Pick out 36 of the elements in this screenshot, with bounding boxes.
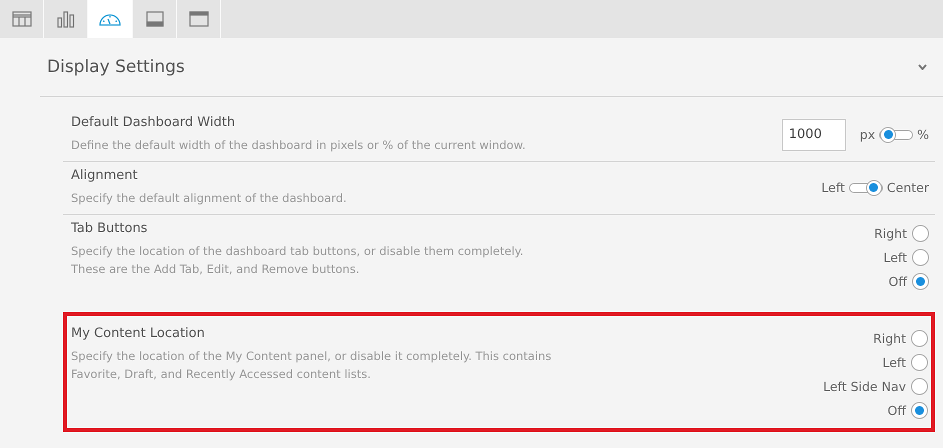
option-label: Off xyxy=(888,402,906,418)
option-label: Left xyxy=(882,354,906,370)
screen-icon xyxy=(146,11,164,27)
radio-button[interactable] xyxy=(911,402,928,418)
setting-title: My Content Location xyxy=(71,326,206,341)
option-label: Left xyxy=(821,180,845,195)
setting-title: Default Dashboard Width xyxy=(71,115,236,130)
radio-button[interactable] xyxy=(911,354,928,370)
toggle-switch[interactable] xyxy=(848,182,883,192)
option-label: px xyxy=(860,127,876,142)
option-label: Left xyxy=(883,250,907,264)
setting-description: Specify the location of the dashboard tab buttons, or disable them completely. These are the Add Tab, Edit, and Remove buttons. xyxy=(71,243,524,278)
option-label: % xyxy=(917,127,929,142)
toggle-switch[interactable] xyxy=(879,130,914,140)
setting-description: Specify the location of the My Content panel, or disable it completely. This contains Favorite, Draft, and Recently Accessed content lists. xyxy=(71,348,552,383)
window-icon xyxy=(188,11,208,27)
option-label: Right xyxy=(873,330,906,346)
option-label: Left Side Nav xyxy=(823,378,906,394)
setting-title: Tab Buttons xyxy=(71,221,148,236)
bar-chart-icon xyxy=(56,10,74,28)
setting-description: Define the default width of the dashboard in pixels or % of the current window. xyxy=(71,137,526,154)
option-label: Right xyxy=(874,226,907,240)
setting-description: Specify the default alignment of the dashboard. xyxy=(71,190,347,207)
radio-button[interactable] xyxy=(911,378,928,394)
width-input-field[interactable]: 1000 xyxy=(782,118,846,150)
setting-title: Alignment xyxy=(71,168,139,183)
tab[interactable] xyxy=(88,0,133,38)
chevron-down-icon[interactable] xyxy=(918,64,927,70)
option-label: Center xyxy=(886,180,929,195)
panel-title: Display Settings xyxy=(47,57,185,77)
option-label: Off xyxy=(888,274,907,288)
radio-button[interactable] xyxy=(912,224,929,242)
radio-button[interactable] xyxy=(912,272,929,290)
radio-button[interactable] xyxy=(911,330,928,346)
radio-button[interactable] xyxy=(912,248,929,266)
table-icon xyxy=(12,11,32,27)
